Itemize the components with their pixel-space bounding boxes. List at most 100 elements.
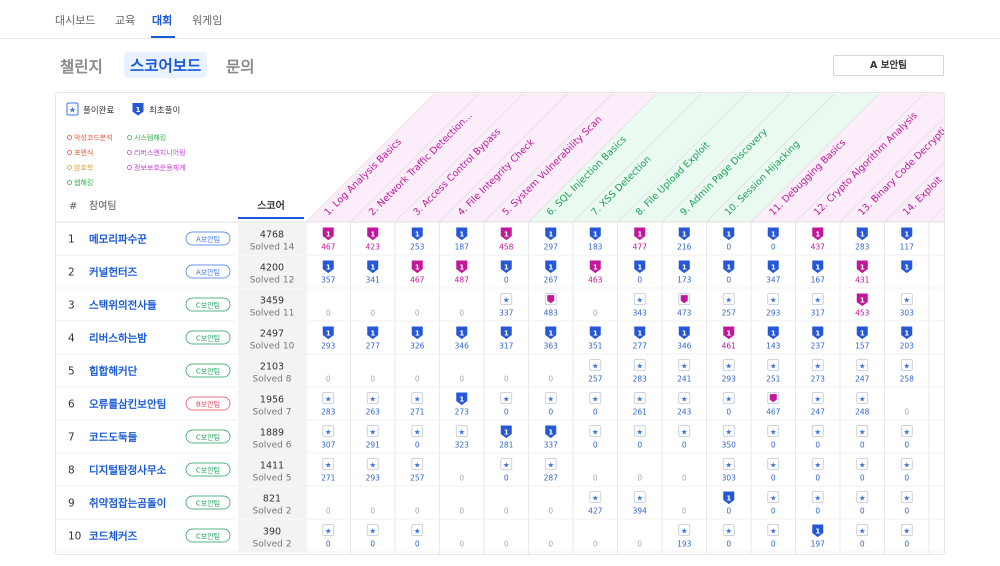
first-blood-number: 1 xyxy=(771,264,776,272)
tab-scoreboard[interactable]: 스코어보드 xyxy=(124,52,208,78)
challenge-score-value: 216 xyxy=(677,243,692,252)
first-blood-number: 1 xyxy=(548,231,553,239)
nav-dashboard[interactable]: 대시보드 xyxy=(55,12,95,28)
challenge-score-value: 0 xyxy=(637,441,642,450)
star-icon: ★ xyxy=(770,296,777,305)
first-blood-number: 1 xyxy=(504,330,509,338)
team-rank: 5 xyxy=(68,366,75,378)
challenge-score-value: 0 xyxy=(370,309,375,318)
first-blood-number: 1 xyxy=(815,264,820,272)
team-name-link[interactable]: 스택위의전사들 xyxy=(89,299,157,312)
column-score-header: 스코어 xyxy=(257,199,285,212)
challenge-score-value: 0 xyxy=(459,474,464,483)
challenge-score-value: 283 xyxy=(855,243,870,252)
star-icon: ★ xyxy=(636,296,643,305)
star-icon: ★ xyxy=(681,395,688,404)
column-team-header: 참여팀 xyxy=(89,200,117,212)
first-blood-number: 1 xyxy=(459,396,464,404)
category-dot xyxy=(67,150,72,155)
star-icon: ★ xyxy=(770,362,777,371)
challenge-score-value: 326 xyxy=(410,342,425,351)
nav-contest[interactable]: 대회 xyxy=(152,12,172,28)
star-icon: ★ xyxy=(814,461,821,470)
challenge-score-value: 273 xyxy=(455,408,470,417)
first-blood-number: 1 xyxy=(326,231,331,239)
nav-wargame[interactable]: 워게임 xyxy=(192,12,222,28)
challenge-score-value: 0 xyxy=(370,375,375,384)
challenge-score-value: 283 xyxy=(633,375,648,384)
first-blood-number: 1 xyxy=(815,231,820,239)
challenge-score-value: 346 xyxy=(677,342,692,351)
team-score: 821 xyxy=(263,494,281,505)
team-name-link[interactable]: 코드도둑들 xyxy=(89,432,138,444)
challenge-score-value: 0 xyxy=(548,375,553,384)
first-blood-number: 1 xyxy=(904,264,909,272)
team-name-link[interactable]: 메모리파수꾼 xyxy=(89,233,147,246)
challenge-score-value: 167 xyxy=(811,276,826,285)
star-icon: ★ xyxy=(725,527,732,536)
challenge-score-value: 427 xyxy=(588,507,603,516)
team-solved-count: Solved 10 xyxy=(250,342,295,352)
challenge-score-value: 0 xyxy=(771,507,776,516)
team-rank: 10 xyxy=(68,531,81,543)
category-label: 악성코드분석 xyxy=(74,133,113,142)
team-name-link[interactable]: 취약점잡는곰돌이 xyxy=(89,497,166,510)
star-icon: ★ xyxy=(903,428,910,437)
challenge-score-value: 271 xyxy=(321,474,336,483)
team-name-link[interactable]: 오류를삼킨보안팀 xyxy=(89,398,166,411)
team-name-link[interactable]: 힙합해커단 xyxy=(89,365,138,378)
challenge-score-value: 0 xyxy=(370,540,375,549)
team-solved-count: Solved 2 xyxy=(253,540,292,550)
challenge-score-value: 287 xyxy=(544,474,559,483)
challenge-score-value: 303 xyxy=(900,309,915,318)
first-blood-legend-number: 1 xyxy=(136,106,141,114)
team-solved-count: Solved 12 xyxy=(250,276,295,286)
challenge-score-value: 0 xyxy=(860,507,865,516)
challenge-score-value: 0 xyxy=(415,540,420,549)
team-name-link[interactable]: 코드체커즈 xyxy=(89,530,138,543)
scoreboard-table: ★ 풀이완료 1 최초풀이악성코드분석 시스템해킹포렌식 리버스엔지니어링암호학 정보보호운… xyxy=(56,93,944,554)
first-blood-number: 1 xyxy=(415,231,420,239)
team-solved-count: Solved 7 xyxy=(253,408,292,418)
star-icon: ★ xyxy=(636,362,643,371)
first-blood-number: 1 xyxy=(860,330,865,338)
challenge-score-value: 0 xyxy=(815,507,820,516)
star-icon: ★ xyxy=(592,428,599,437)
tab-challenges[interactable]: 챌린지 xyxy=(60,55,103,77)
first-blood-legend-label: 최초풀이 xyxy=(149,105,180,116)
star-icon: ★ xyxy=(725,395,732,404)
first-blood-number: 1 xyxy=(415,264,420,272)
first-blood-number: 1 xyxy=(637,330,642,338)
star-icon: ★ xyxy=(725,296,732,305)
challenge-score-value: 0 xyxy=(726,276,731,285)
first-blood-number: 1 xyxy=(326,264,331,272)
challenge-score-value: 157 xyxy=(855,342,870,351)
team-name-link[interactable]: 커널헌터즈 xyxy=(89,266,138,279)
first-blood-number: 1 xyxy=(548,429,553,437)
tab-inquiry[interactable]: 문의 xyxy=(226,55,255,77)
challenge-score-value: 0 xyxy=(771,243,776,252)
challenge-score-value: 0 xyxy=(904,474,909,483)
challenge-score-value: 343 xyxy=(633,309,648,318)
team-group-label: C보안팀 xyxy=(196,334,220,343)
challenge-score-value: 277 xyxy=(633,342,648,351)
star-icon: ★ xyxy=(636,494,643,503)
team-name-link[interactable]: 디지털탐정사무소 xyxy=(89,464,167,477)
star-icon: ★ xyxy=(681,362,688,371)
challenge-score-value: 477 xyxy=(633,243,648,252)
star-icon: ★ xyxy=(592,395,599,404)
challenge-score-value: 317 xyxy=(811,309,826,318)
team-rank: 3 xyxy=(68,300,75,312)
challenge-score-value: 0 xyxy=(548,408,553,417)
challenge-score-value: 0 xyxy=(904,408,909,417)
first-blood-number: 1 xyxy=(682,264,687,272)
star-icon: ★ xyxy=(859,461,866,470)
challenge-score-value: 173 xyxy=(677,276,692,285)
team-score: 4768 xyxy=(260,230,284,241)
team-select-dropdown[interactable]: A 보안팀 xyxy=(833,55,944,76)
star-icon: ★ xyxy=(369,461,376,470)
star-icon: ★ xyxy=(325,461,332,470)
star-icon: ★ xyxy=(325,527,332,536)
nav-education[interactable]: 교육 xyxy=(115,12,135,28)
team-name-link[interactable]: 리버스하는밤 xyxy=(89,332,147,345)
